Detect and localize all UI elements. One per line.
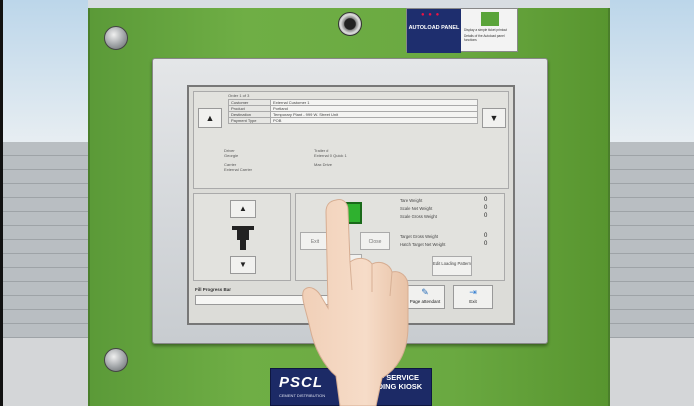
- exit-label: Exit: [469, 299, 477, 304]
- position-panel: ▲ ▼: [193, 193, 291, 281]
- driver-value: Georgie: [224, 153, 239, 158]
- tank-label: Max Drive: [314, 162, 333, 167]
- weight-value: 0: [484, 233, 488, 239]
- bolt-icon: [104, 26, 128, 50]
- lower-spout-button[interactable]: ▼: [230, 256, 256, 274]
- carrier-value: External Carrier: [224, 167, 253, 172]
- exit-door-icon: ⇥: [469, 287, 477, 297]
- progress-label: Fill Progress Bar: [195, 287, 232, 292]
- edit-loading-pattern-button[interactable]: Edit Loading Pattern: [432, 256, 472, 276]
- raise-spout-button[interactable]: ▲: [230, 200, 256, 218]
- autoload-title: ● ● ● AUTOLOAD PANEL: [407, 9, 461, 53]
- autoload-info-2: Details of the Autoload panel functions: [464, 34, 505, 42]
- arrow-up-icon: ▲: [239, 204, 247, 213]
- sky-right: [610, 0, 694, 145]
- order-panel: ▲ ▼ Order 1 of 3 Customer External Custom…: [193, 91, 509, 189]
- arrow-up-icon: ▲: [205, 113, 215, 123]
- trailer-block: Trailer # External 0 Quick 1 Max Drive: [314, 148, 347, 167]
- loading-spout-icon: [232, 226, 254, 250]
- order-field-value: POB: [270, 117, 478, 124]
- exit-button[interactable]: ⇥ Exit: [453, 285, 493, 309]
- bolt-icon: [104, 348, 128, 372]
- weight-value: 0: [484, 205, 488, 211]
- frame-edge: [0, 0, 3, 406]
- driver-block: Driver Georgie Carrier External Carrier: [224, 148, 252, 172]
- trailer-value: External 0 Quick 1: [314, 153, 347, 158]
- pointing-hand: [302, 199, 409, 406]
- wall-right: [610, 142, 694, 338]
- autoload-label: ● ● ● AUTOLOAD PANEL Display a simple ti…: [406, 8, 518, 53]
- arrow-down-icon: ▼: [489, 113, 499, 123]
- sky-left: [0, 0, 88, 145]
- arrow-down-icon: ▼: [239, 260, 247, 269]
- ground-right: [610, 338, 694, 406]
- weight-value: 0: [484, 241, 488, 247]
- order-field-row: Payment Type POB: [228, 117, 478, 124]
- autoload-title-text: AUTOLOAD PANEL: [408, 25, 460, 31]
- order-details: Customer External Customer 1 Product Portla…: [228, 99, 478, 124]
- order-field-key: Payment Type: [228, 117, 271, 124]
- autoload-info: Display a simple ticket printout Details…: [464, 28, 518, 42]
- weight-value: 0: [484, 197, 488, 203]
- weight-value: 0: [484, 213, 488, 219]
- ground-left: [0, 338, 88, 406]
- dots-icon: ● ● ●: [421, 12, 441, 18]
- previous-order-button[interactable]: ▲: [198, 108, 222, 128]
- autoload-logo-icon: [481, 12, 499, 26]
- order-counter: Order 1 of 3: [228, 93, 250, 98]
- autoload-info-1: Display a simple ticket printout: [464, 28, 508, 32]
- next-order-button[interactable]: ▼: [482, 108, 506, 128]
- indicator-lamp: [338, 12, 362, 36]
- wall-left: [0, 142, 88, 338]
